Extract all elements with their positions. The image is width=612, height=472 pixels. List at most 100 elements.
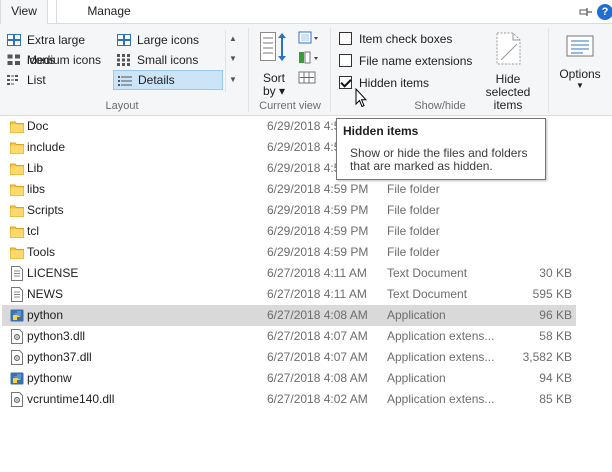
size-all-columns-icon[interactable] — [298, 70, 320, 86]
file-row[interactable]: libs 6/29/2018 4:59 PM File folder — [2, 179, 576, 200]
layout-item-label: List — [27, 73, 46, 87]
file-row[interactable]: tcl 6/29/2018 4:59 PM File folder — [2, 221, 576, 242]
file-date-modified: 6/29/2018 4:59 PM — [267, 245, 369, 259]
ribbon-view-panel: Extra large icons Large icons Medium ico… — [0, 24, 612, 116]
tab-manage[interactable]: Manage — [60, 0, 158, 24]
tooltip-title: Hidden items — [343, 124, 419, 138]
file-type: Application extens... — [387, 350, 495, 364]
expand-gallery-icon[interactable]: ▼ — [229, 73, 237, 87]
file-row[interactable]: python3.dll 6/27/2018 4:07 AM Application … — [2, 326, 576, 347]
folder-icon — [10, 203, 24, 218]
extra-large-icons-icon — [7, 34, 21, 46]
options-button[interactable]: Options ▼ — [555, 32, 605, 98]
file-type: Application extens... — [387, 392, 495, 406]
file-row[interactable]: python37.dll 6/27/2018 4:07 AM Application… — [2, 347, 576, 368]
file-row[interactable]: python 6/27/2018 4:08 AM Application 96 KB — [2, 305, 576, 326]
hidden-items-toggle[interactable]: Hidden items — [338, 74, 429, 92]
file-date-modified: 6/27/2018 4:08 AM — [267, 308, 368, 322]
file-type: Application — [387, 308, 446, 322]
ribbon-tab-strip: View Manage ? — [0, 0, 612, 25]
file-size: 30 KB — [539, 266, 572, 280]
file-row[interactable]: Tools 6/29/2018 4:59 PM File folder — [2, 242, 576, 263]
list-icon — [7, 75, 18, 85]
file-size: 94 KB — [539, 371, 572, 385]
layout-large-icons[interactable]: Large icons — [113, 30, 221, 50]
large-icons-icon — [117, 34, 131, 46]
file-name: tcl — [27, 224, 39, 238]
item-check-boxes-checkbox[interactable] — [339, 32, 352, 45]
layout-extra-large-icons[interactable]: Extra large icons — [3, 30, 111, 67]
item-check-boxes-toggle[interactable]: Item check boxes — [338, 30, 452, 48]
file-date-modified: 6/29/2018 4:59 PM — [267, 203, 369, 217]
layout-list[interactable]: List — [3, 70, 111, 90]
layout-details[interactable]: Details — [113, 70, 223, 90]
file-type: Application extens... — [387, 329, 495, 343]
folder-icon — [10, 140, 24, 155]
layout-medium-icons[interactable]: Medium icons — [3, 50, 111, 70]
file-name: Tools — [27, 245, 56, 259]
layout-item-label: Details — [138, 73, 175, 87]
file-size: 58 KB — [539, 329, 572, 343]
pin-ribbon-icon[interactable] — [579, 5, 593, 19]
file-date-modified: 6/29/2018 4:5 — [267, 161, 341, 175]
file-row[interactable]: LICENSE 6/27/2018 4:11 AM Text Document 30 … — [2, 263, 576, 284]
sort-by-icon — [260, 32, 286, 61]
hidden-items-checkbox[interactable] — [339, 76, 352, 89]
layout-item-label: Small icons — [137, 53, 199, 67]
file-size: 595 KB — [532, 287, 572, 301]
dll-icon — [10, 329, 24, 344]
file-name-extensions-toggle[interactable]: File name extensions — [338, 52, 472, 70]
file-date-modified: 6/29/2018 4:59 PM — [267, 224, 369, 238]
help-icon[interactable]: ? — [597, 4, 612, 20]
file-name-extensions-checkbox[interactable] — [339, 54, 352, 67]
hide-selected-items-button[interactable]: Hide selected items — [472, 32, 544, 112]
file-name: Scripts — [27, 203, 64, 217]
file-type: File folder — [387, 245, 440, 259]
file-type: Application — [387, 371, 446, 385]
file-row[interactable]: NEWS 6/27/2018 4:11 AM Text Document 595 KB — [2, 284, 576, 305]
dll-icon — [10, 392, 24, 407]
file-row[interactable]: pythonw 6/27/2018 4:08 AM Application 94 KB — [2, 368, 576, 389]
layout-item-label: Medium icons — [27, 53, 102, 67]
layout-gallery: Extra large icons Large icons Medium ico… — [1, 30, 238, 92]
file-name: libs — [27, 182, 46, 196]
layout-item-label: Large icons — [137, 33, 200, 47]
file-name: python3.dll — [27, 329, 86, 343]
layout-small-icons[interactable]: Small icons — [113, 50, 221, 70]
scroll-up-arrow-icon[interactable]: ▲ — [229, 32, 237, 46]
folder-icon — [10, 245, 24, 260]
group-divider — [248, 28, 249, 112]
file-row[interactable]: vcruntime140.dll 6/27/2018 4:02 AM Applica… — [2, 389, 576, 410]
file-name: Lib — [27, 161, 44, 175]
dll-icon — [10, 350, 24, 365]
scroll-down-arrow-icon[interactable]: ▼ — [229, 52, 237, 66]
file-date-modified: 6/29/2018 4:5 — [267, 140, 341, 154]
hide-selected-items-icon — [496, 32, 521, 65]
layout-gallery-scroller: ▲ ▼ ▼ — [225, 30, 238, 92]
item-check-boxes-label: Item check boxes — [359, 32, 453, 46]
file-type: Text Document — [387, 266, 468, 280]
group-by-icon[interactable] — [298, 30, 320, 46]
file-size: 96 KB — [539, 308, 572, 322]
file-date-modified: 6/29/2018 4:5 — [267, 119, 341, 133]
file-name: NEWS — [27, 287, 63, 301]
file-type: Text Document — [387, 287, 468, 301]
file-name: python — [27, 308, 64, 322]
python-app-icon — [10, 308, 24, 323]
tab-view[interactable]: View — [0, 0, 48, 25]
file-date-modified: 6/27/2018 4:11 AM — [267, 266, 367, 280]
group-divider — [330, 28, 331, 112]
sort-by-button[interactable]: Sort by ▾ — [256, 30, 292, 98]
text-document-icon — [10, 287, 24, 302]
file-type: File folder — [387, 203, 440, 217]
file-date-modified: 6/27/2018 4:02 AM — [267, 392, 368, 406]
group-label-current-view: Current view — [259, 100, 321, 112]
folder-options-icon — [566, 35, 594, 57]
tooltip-body: Show or hide the files and folders that … — [350, 146, 528, 173]
text-document-icon — [10, 266, 24, 281]
file-row[interactable]: Scripts 6/29/2018 4:59 PM File folder — [2, 200, 576, 221]
file-date-modified: 6/29/2018 4:59 PM — [267, 182, 369, 196]
file-date-modified: 6/27/2018 4:11 AM — [267, 287, 367, 301]
add-columns-icon[interactable] — [298, 50, 320, 66]
group-label-layout: Layout — [105, 100, 139, 112]
